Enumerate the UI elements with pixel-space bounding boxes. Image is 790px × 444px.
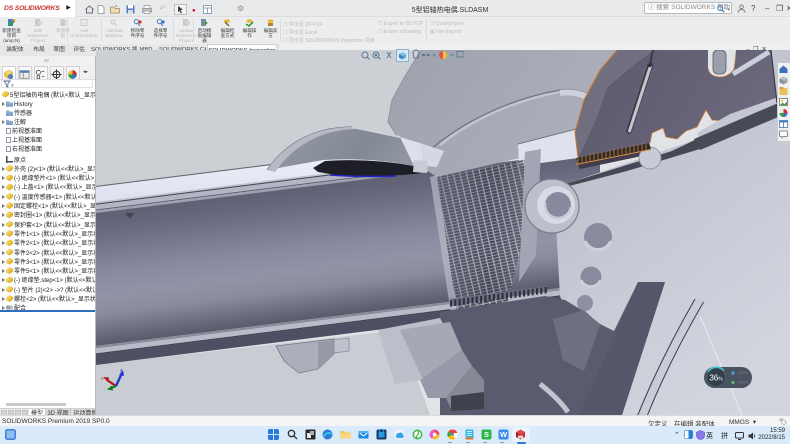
svg-text:W: W (500, 430, 508, 439)
svg-text:S: S (484, 430, 489, 439)
svg-text:✓: ✓ (82, 21, 86, 27)
